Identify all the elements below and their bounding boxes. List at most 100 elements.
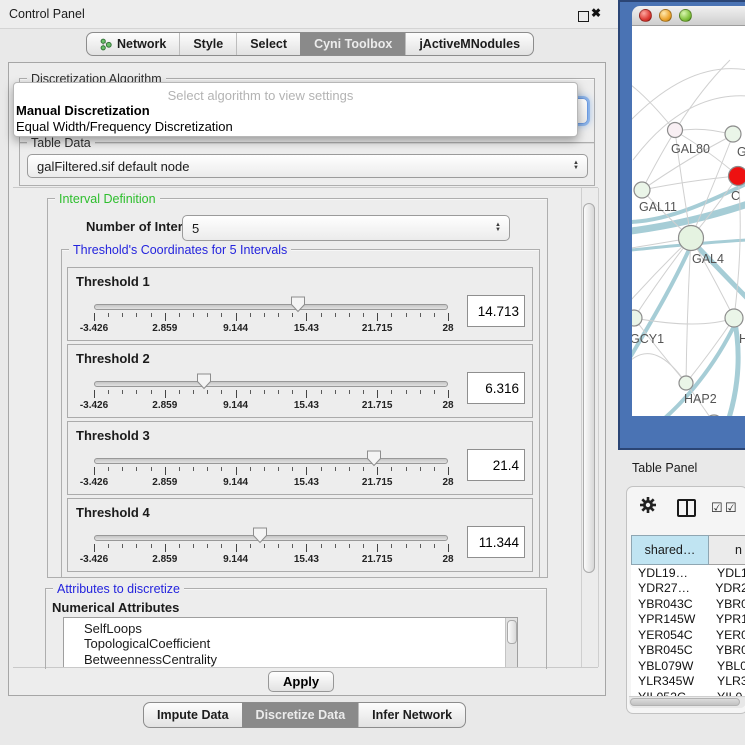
horizontal-scrollbar[interactable] xyxy=(629,696,745,708)
network-node-gal11[interactable] xyxy=(634,182,650,198)
network-node-gal80[interactable] xyxy=(668,123,683,138)
gear-icon[interactable] xyxy=(639,496,657,514)
threshold-label: Threshold 4 xyxy=(76,505,150,520)
table-row[interactable]: YLR345WYLR3 xyxy=(631,674,745,690)
tab-network[interactable]: Network xyxy=(87,33,179,55)
table-row[interactable]: YDR27…YDR2 xyxy=(631,581,745,597)
node-label: GCY1 xyxy=(632,332,664,346)
threshold-label: Threshold 2 xyxy=(76,351,150,366)
tick-mark xyxy=(448,544,449,552)
tab-infer-network[interactable]: Infer Network xyxy=(358,703,465,727)
threshold-slider[interactable]: -3.4262.8599.14415.4321.71528 xyxy=(94,292,448,338)
tab-label: Impute Data xyxy=(157,708,229,722)
attribute-item[interactable]: SelfLoops xyxy=(64,621,517,636)
threshold-slider[interactable]: -3.4262.8599.14415.4321.71528 xyxy=(94,369,448,415)
scale-label: 28 xyxy=(442,400,453,411)
scrollbar-thumb[interactable] xyxy=(630,698,740,706)
cell-name: YPR1 xyxy=(712,612,745,626)
network-node-gcy1[interactable] xyxy=(632,310,642,326)
slider-thumb[interactable] xyxy=(196,373,212,390)
cell-name: YBL0 xyxy=(713,659,745,673)
tick-mark xyxy=(434,313,435,317)
tick-mark xyxy=(349,544,350,548)
threshold-value-input[interactable] xyxy=(467,372,525,404)
number-of-intervals-combobox[interactable]: 5 ▲ ▼ xyxy=(182,215,510,241)
tab-style[interactable]: Style xyxy=(179,33,236,55)
slider-thumb[interactable] xyxy=(366,450,382,467)
list-scrollbar[interactable] xyxy=(505,618,517,667)
tab-cyni-toolbox[interactable]: Cyni Toolbox xyxy=(300,33,405,55)
scrollbar-thumb[interactable] xyxy=(583,203,595,573)
threshold-value-input[interactable] xyxy=(467,295,525,327)
threshold-value-input[interactable] xyxy=(467,449,525,481)
tick-mark xyxy=(193,313,194,317)
slider-track[interactable] xyxy=(94,458,448,464)
scale-label: -3.426 xyxy=(80,554,108,565)
tick-mark xyxy=(94,313,95,321)
tick-mark xyxy=(335,544,336,548)
tab-impute-data[interactable]: Impute Data xyxy=(144,703,242,727)
scale-label: 15.43 xyxy=(294,400,319,411)
apply-button[interactable]: Apply xyxy=(268,671,334,692)
network-node-c[interactable] xyxy=(729,167,745,186)
table-row[interactable]: YBR045CYBR0 xyxy=(631,643,745,659)
table-row[interactable]: YIL052CYIL0 xyxy=(631,689,745,696)
numerical-attributes-label: Numerical Attributes xyxy=(52,600,179,615)
tab-label: Infer Network xyxy=(372,708,452,722)
table-rows: YDL19…YDL1YDR27…YDR2YBR043CYBR0YPR145WYP… xyxy=(631,565,745,696)
close-icon[interactable]: ✖ xyxy=(591,6,601,20)
table-row[interactable]: YBR043CYBR0 xyxy=(631,596,745,612)
table-panel: ☑ ☑ shared… n YDL19…YDL1YDR27…YDR2YBR043… xyxy=(626,486,745,714)
tab-discretize-data[interactable]: Discretize Data xyxy=(242,703,359,727)
popup-option-manual[interactable]: Manual Discretization xyxy=(14,103,577,119)
table-data-combobox[interactable]: galFiltered.sif default node ▲ ▼ xyxy=(27,154,588,178)
threshold-value-input[interactable] xyxy=(467,526,525,558)
threshold-slider[interactable]: -3.4262.8599.14415.4321.71528 xyxy=(94,446,448,492)
table-row[interactable]: YDL19…YDL1 xyxy=(631,565,745,581)
scrollbar-thumb[interactable] xyxy=(507,620,517,644)
table-panel-title: Table Panel xyxy=(632,461,697,475)
slider-thumb[interactable] xyxy=(290,296,306,313)
slider-thumb[interactable] xyxy=(252,527,268,544)
cell-name: YBR0 xyxy=(712,597,745,611)
slider-track[interactable] xyxy=(94,304,448,310)
column-header-name[interactable]: n xyxy=(709,535,745,565)
network-canvas[interactable]: GAL80GCGAL11GAL4GCY1HHAP2 xyxy=(632,26,745,416)
threshold-label: Threshold 1 xyxy=(76,274,150,289)
popup-option-equal-width[interactable]: Equal Width/Frequency Discretization xyxy=(14,119,577,135)
minimize-traffic-light-icon[interactable] xyxy=(659,9,672,22)
table-row[interactable]: YER054CYER0 xyxy=(631,627,745,643)
control-panel-header xyxy=(0,0,618,29)
network-node-gal4[interactable] xyxy=(679,226,704,251)
float-window-icon[interactable] xyxy=(578,11,589,22)
tab-select[interactable]: Select xyxy=(236,33,300,55)
table-data-value: galFiltered.sif default node xyxy=(37,159,189,174)
slider-track[interactable] xyxy=(94,381,448,387)
table-row[interactable]: YBL079WYBL0 xyxy=(631,658,745,674)
network-node-g[interactable] xyxy=(725,126,741,142)
threshold-slider[interactable]: -3.4262.8599.14415.4321.71528 xyxy=(94,523,448,569)
tab-jactivemnodules[interactable]: jActiveMNodules xyxy=(405,33,533,55)
checkbox-icon[interactable]: ☑ xyxy=(711,500,723,516)
node-label: G xyxy=(737,145,745,159)
tick-mark xyxy=(207,390,208,394)
cell-shared-name: YDL19… xyxy=(631,566,713,580)
zoom-traffic-light-icon[interactable] xyxy=(679,9,692,22)
attribute-item[interactable]: TopologicalCoefficient xyxy=(64,636,517,651)
network-node-h[interactable] xyxy=(725,309,743,327)
checkbox-icon[interactable]: ☑ xyxy=(725,500,737,516)
numerical-attributes-list[interactable]: SelfLoopsTopologicalCoefficientBetweenne… xyxy=(63,617,518,667)
bottom-tab-bar: Impute Data Discretize Data Infer Network xyxy=(143,702,466,728)
close-traffic-light-icon[interactable] xyxy=(639,9,652,22)
tick-mark xyxy=(108,390,109,394)
vertical-scrollbar[interactable] xyxy=(581,188,599,667)
split-column-icon[interactable] xyxy=(677,499,696,517)
slider-track[interactable] xyxy=(94,535,448,541)
column-header-shared-name[interactable]: shared… xyxy=(631,535,709,565)
tick-mark xyxy=(136,390,137,394)
spinner-arrows-icon: ▲ ▼ xyxy=(573,161,579,171)
network-node-hap2[interactable] xyxy=(679,376,693,390)
attribute-item[interactable]: BetweennessCentrality xyxy=(64,652,517,667)
table-row[interactable]: YPR145WYPR1 xyxy=(631,612,745,628)
network-window-titlebar[interactable] xyxy=(632,6,745,26)
